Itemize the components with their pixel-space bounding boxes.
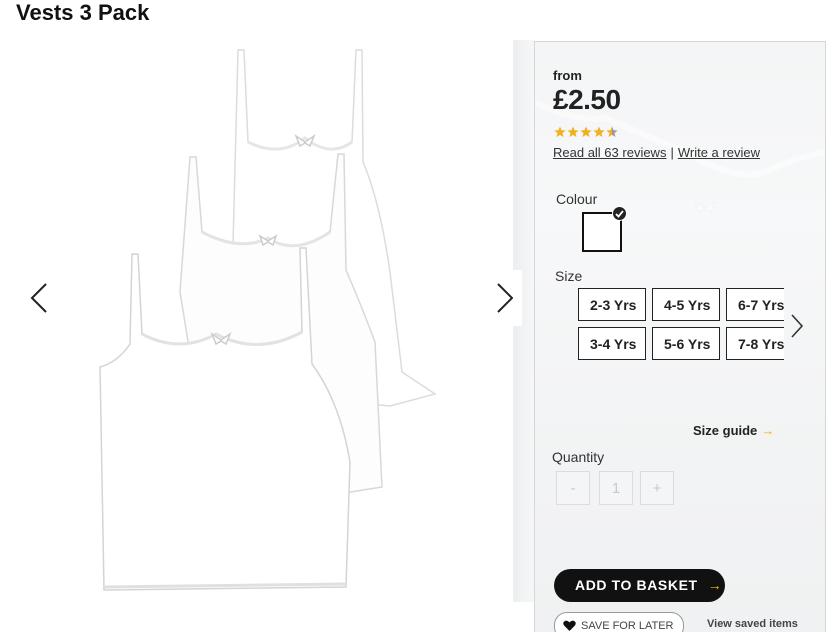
heart-icon (563, 620, 576, 631)
save-for-later-label: SAVE FOR LATER (581, 620, 674, 632)
chevron-right-icon (791, 314, 804, 338)
background-strip (513, 40, 535, 602)
colour-label: Colour (556, 191, 598, 207)
size-option[interactable]: 4-5 Yrs (652, 288, 720, 321)
add-to-basket-label: ADD TO BASKET (575, 577, 698, 593)
strip-notch (513, 270, 522, 326)
size-options: 2-3 Yrs 4-5 Yrs 6-7 Yrs 3-4 Yrs 5-6 Yrs … (578, 288, 784, 368)
price: £2.50 (553, 84, 621, 115)
star-icon (580, 126, 592, 137)
size-guide-link[interactable]: Size guide → (693, 423, 774, 438)
size-option[interactable]: 3-4 Yrs (578, 327, 646, 360)
size-option[interactable]: 6-7 Yrs (726, 288, 784, 321)
size-guide-label: Size guide (693, 423, 758, 438)
chevron-left-icon (30, 283, 47, 313)
quantity-increase-button[interactable]: + (640, 471, 674, 505)
price-prefix: from (553, 68, 582, 83)
quantity-decrease-button[interactable]: - (556, 471, 590, 505)
gallery-prev-button[interactable] (20, 278, 60, 318)
product-gallery (0, 30, 530, 610)
arrow-right-icon: → (707, 577, 723, 593)
sizes-next-button[interactable] (787, 312, 807, 340)
size-option[interactable]: 2-3 Yrs (578, 288, 646, 321)
arrow-right-icon: → (761, 423, 775, 438)
reviews-separator: | (670, 145, 674, 160)
purchase-panel: from £2.50 Read all 63 reviews | Write a r… (534, 41, 826, 632)
save-for-later-button[interactable]: SAVE FOR LATER (554, 612, 684, 632)
product-image (99, 49, 437, 591)
star-icon (554, 126, 566, 137)
view-saved-items-link[interactable]: View saved items (707, 618, 798, 630)
quantity-label: Quantity (552, 449, 605, 465)
size-label: Size (555, 268, 583, 284)
rating-stars (554, 126, 618, 138)
product-title: Vests 3 Pack (16, 0, 150, 25)
size-option[interactable]: 5-6 Yrs (652, 327, 720, 360)
star-icon (567, 126, 579, 137)
reviews-links: Read all 63 reviews | Write a review (553, 145, 760, 160)
star-icon (606, 126, 618, 137)
quantity-input[interactable]: 1 (599, 471, 633, 505)
check-icon (612, 206, 627, 221)
star-icon (593, 126, 605, 137)
add-to-basket-button[interactable]: ADD TO BASKET → (554, 569, 725, 602)
size-option[interactable]: 7-8 Yrs (726, 327, 784, 360)
read-reviews-link[interactable]: Read all 63 reviews (553, 145, 666, 160)
write-review-link[interactable]: Write a review (678, 145, 760, 160)
